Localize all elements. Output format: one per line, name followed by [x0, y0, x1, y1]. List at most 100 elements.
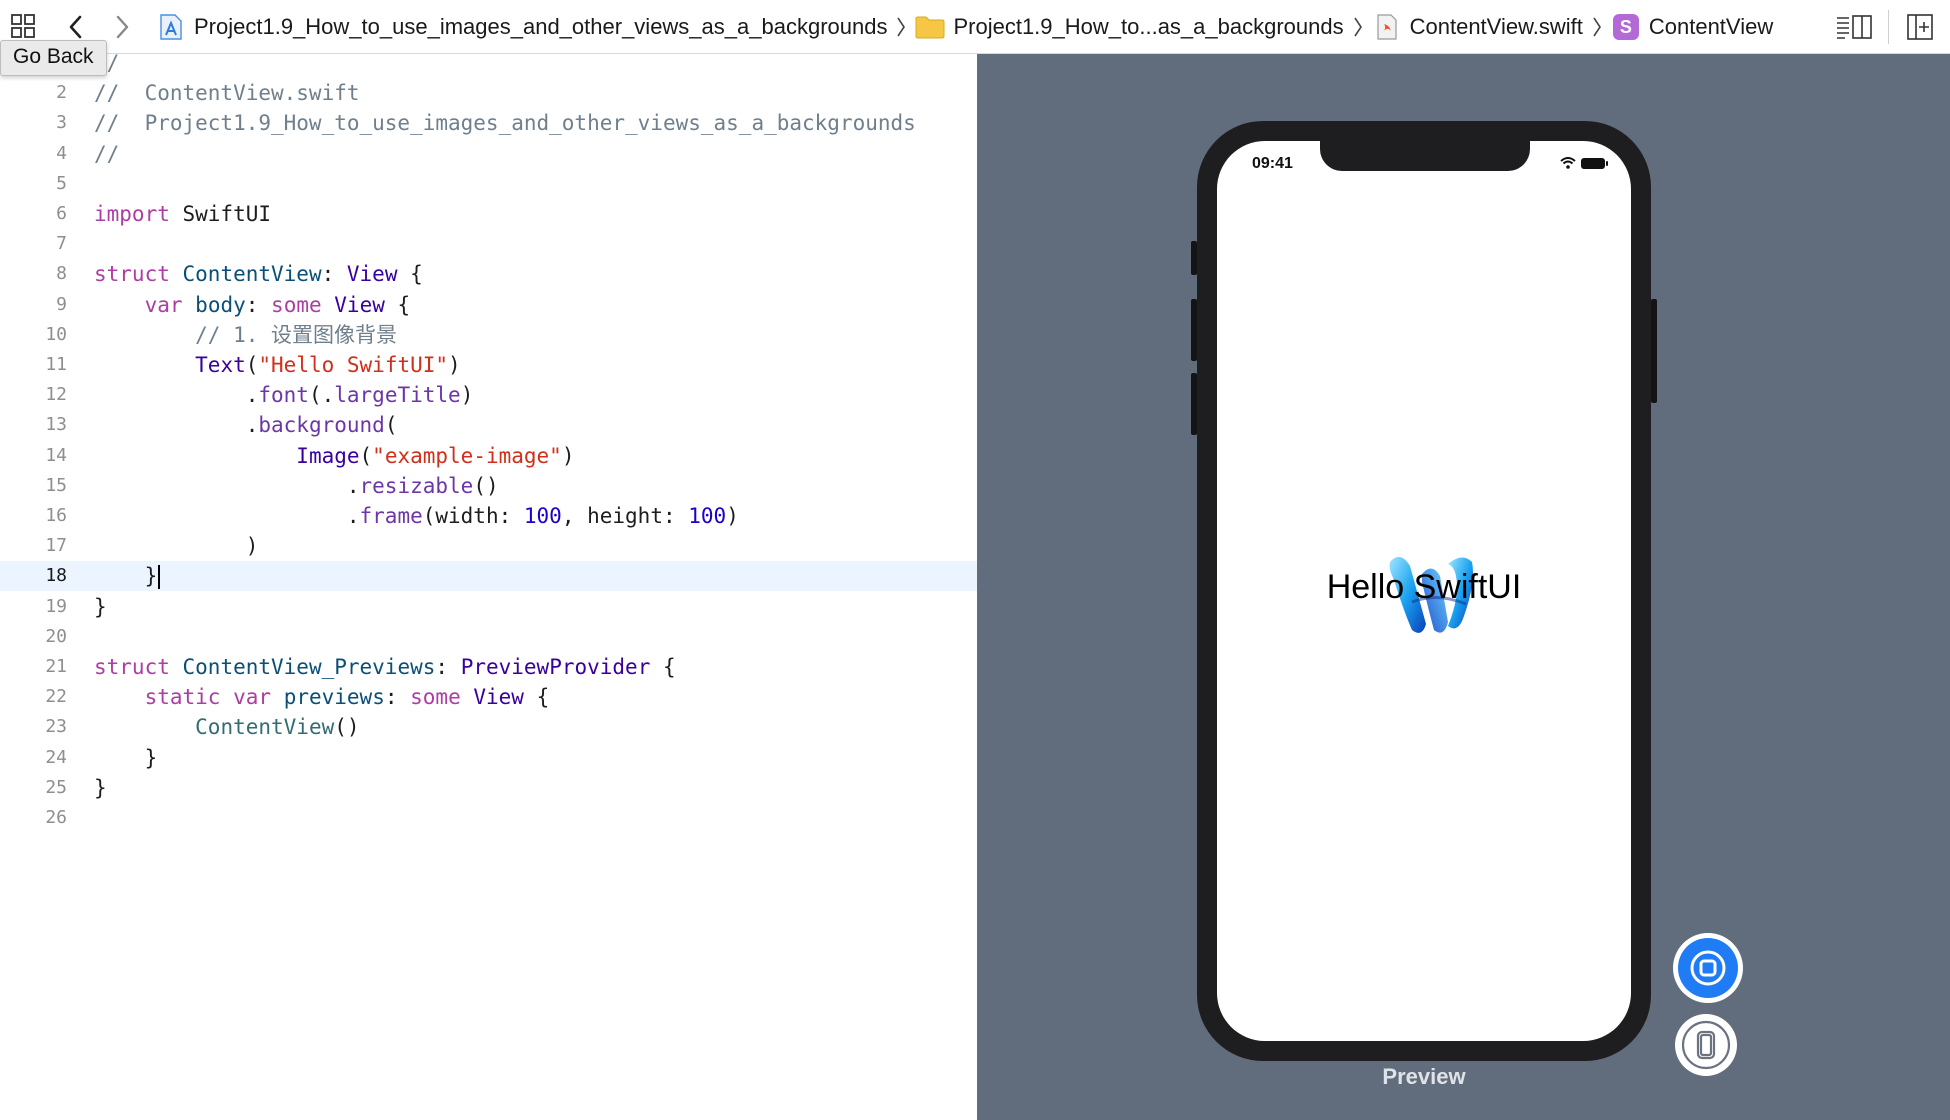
- line-number: 26: [45, 807, 67, 828]
- struct-symbol-icon: S: [1611, 12, 1641, 42]
- line-number: 24: [45, 746, 67, 768]
- forward-chevron-icon[interactable]: [108, 10, 136, 44]
- mute-switch: [1191, 241, 1197, 275]
- code-line[interactable]: 18 }: [0, 561, 977, 592]
- code-line[interactable]: 22 static var previews: some View {: [0, 682, 977, 712]
- code-line[interactable]: 6 import SwiftUI: [0, 199, 977, 229]
- code-line[interactable]: 14 Image("example-image"): [0, 441, 977, 471]
- code-text: ): [94, 534, 259, 559]
- line-number: 18: [45, 565, 67, 587]
- preview-label: Preview: [1382, 1064, 1466, 1089]
- code-line[interactable]: 2 // ContentView.swift: [0, 78, 977, 108]
- go-back-tooltip: Go Back: [0, 40, 107, 76]
- line-number: 3: [56, 112, 67, 134]
- breadcrumb-symbol[interactable]: S ContentView: [1611, 12, 1773, 42]
- code-line[interactable]: 15 .resizable(): [0, 471, 977, 501]
- code-text: struct ContentView: View {: [94, 262, 423, 287]
- code-line[interactable]: 12 .font(.largeTitle): [0, 380, 977, 410]
- code-text: Text("Hello SwiftUI"): [195, 353, 461, 377]
- code-text: // ContentView.swift: [94, 81, 360, 106]
- code-line[interactable]: 13 .background(: [0, 410, 977, 440]
- code-text: .resizable(): [94, 473, 499, 498]
- code-text: // 1. 设置图像背景: [94, 322, 398, 347]
- code-line[interactable]: 26: [0, 803, 977, 833]
- code-text: // Project1.9_How_to_use_images_and_othe…: [94, 111, 916, 136]
- toolbar-divider: [1888, 10, 1889, 44]
- breadcrumb-file[interactable]: ContentView.swift: [1372, 12, 1583, 42]
- device-icon: [1681, 1020, 1731, 1070]
- code-line[interactable]: 20: [0, 622, 977, 652]
- code-line[interactable]: 3 // Project1.9_How_to_use_images_and_oth…: [0, 108, 977, 138]
- code-text: Image("example-image"): [296, 443, 575, 468]
- add-editor-icon[interactable]: [1904, 10, 1936, 44]
- line-number: 15: [45, 474, 67, 496]
- code-line[interactable]: 5: [0, 169, 977, 199]
- volume-down-button: [1191, 373, 1197, 435]
- live-preview-button[interactable]: [1673, 933, 1743, 1003]
- text-cursor: [158, 565, 161, 590]
- code-text: .frame(width: 100, height: 100): [94, 504, 739, 528]
- wifi-icon: [1560, 156, 1576, 174]
- code-text: ContentView(): [195, 715, 360, 740]
- line-number: 2: [56, 82, 67, 104]
- code-line[interactable]: 8 struct ContentView: View {: [0, 259, 977, 289]
- preview-on-device-button[interactable]: [1675, 1014, 1737, 1076]
- code-line[interactable]: 11 Text("Hello SwiftUI"): [0, 350, 977, 380]
- code-line[interactable]: 10 // 1. 设置图像背景: [0, 320, 977, 350]
- line-number: 19: [45, 595, 67, 617]
- breadcrumb-project[interactable]: Project1.9_How_to_use_images_and_other_v…: [156, 12, 887, 42]
- code-line[interactable]: 16 .frame(width: 100, height: 100): [0, 501, 977, 531]
- code-line[interactable]: 23 ContentView(): [0, 712, 977, 742]
- swift-file-icon: [1372, 12, 1402, 42]
- code-text: import SwiftUI: [94, 202, 272, 226]
- code-text: .font(.largeTitle): [94, 383, 474, 408]
- code-line[interactable]: 17 ): [0, 531, 977, 561]
- code-line[interactable]: 19}: [0, 592, 977, 622]
- breadcrumb-chevron-icon: [1587, 12, 1607, 42]
- breadcrumb-project-label: Project1.9_How_to_use_images_and_other_v…: [194, 14, 888, 39]
- line-number: 14: [45, 444, 67, 466]
- line-number: 25: [45, 776, 67, 798]
- code-text: .background(: [94, 413, 398, 438]
- code-line[interactable]: 24 }: [0, 743, 977, 773]
- preview-canvas: 09:41 Hello SwiftUI Preview: [977, 54, 1950, 1120]
- source-editor[interactable]: 1// 2 // ContentView.swift 3 // Project1.9_H…: [0, 54, 977, 1120]
- battery-icon: [1581, 158, 1608, 169]
- device-notch: [1320, 141, 1530, 171]
- line-number: 13: [45, 414, 67, 436]
- code-line[interactable]: 25}: [0, 773, 977, 803]
- code-text: struct ContentView_Previews: PreviewProv…: [94, 655, 676, 679]
- line-number: 10: [45, 323, 67, 345]
- line-number: 4: [56, 142, 67, 164]
- line-number: 7: [56, 233, 67, 255]
- back-chevron-icon[interactable]: [62, 10, 90, 44]
- line-number: 12: [45, 384, 67, 406]
- code-line[interactable]: 21 struct ContentView_Previews: PreviewPr…: [0, 652, 977, 682]
- code-text: //: [94, 141, 120, 166]
- breadcrumb-folder[interactable]: Project1.9_How_to...as_a_backgrounds: [915, 12, 1344, 42]
- line-number: 9: [56, 293, 67, 315]
- related-items-icon[interactable]: [8, 10, 40, 44]
- code-line[interactable]: 1//: [0, 54, 977, 78]
- code-line[interactable]: 9 var body: some View {: [0, 290, 977, 320]
- breadcrumb-chevron-icon: [1348, 12, 1368, 42]
- line-number: 21: [45, 656, 67, 677]
- line-number: 17: [45, 535, 67, 557]
- code-text: var body: some View {: [144, 292, 411, 317]
- device-frame: 09:41 Hello SwiftUI: [1191, 121, 1657, 1061]
- code-text: }: [94, 775, 107, 800]
- code-text: }: [94, 594, 107, 619]
- line-number: 5: [56, 172, 67, 194]
- line-number: 20: [45, 625, 67, 647]
- line-number: 6: [56, 203, 67, 224]
- line-number: 23: [45, 716, 67, 738]
- line-number: 11: [45, 354, 67, 375]
- code-text: static var previews: some View {: [144, 685, 550, 710]
- code-line[interactable]: 7: [0, 229, 977, 259]
- breadcrumb-chevron-icon: [891, 12, 911, 42]
- line-number: 16: [45, 505, 67, 526]
- code-line[interactable]: 4 //: [0, 139, 977, 169]
- hello-swiftui-text: Hello SwiftUI: [1326, 568, 1522, 606]
- device-screen: 09:41 Hello SwiftUI: [1217, 141, 1631, 1041]
- editor-options-icon[interactable]: [1834, 10, 1874, 44]
